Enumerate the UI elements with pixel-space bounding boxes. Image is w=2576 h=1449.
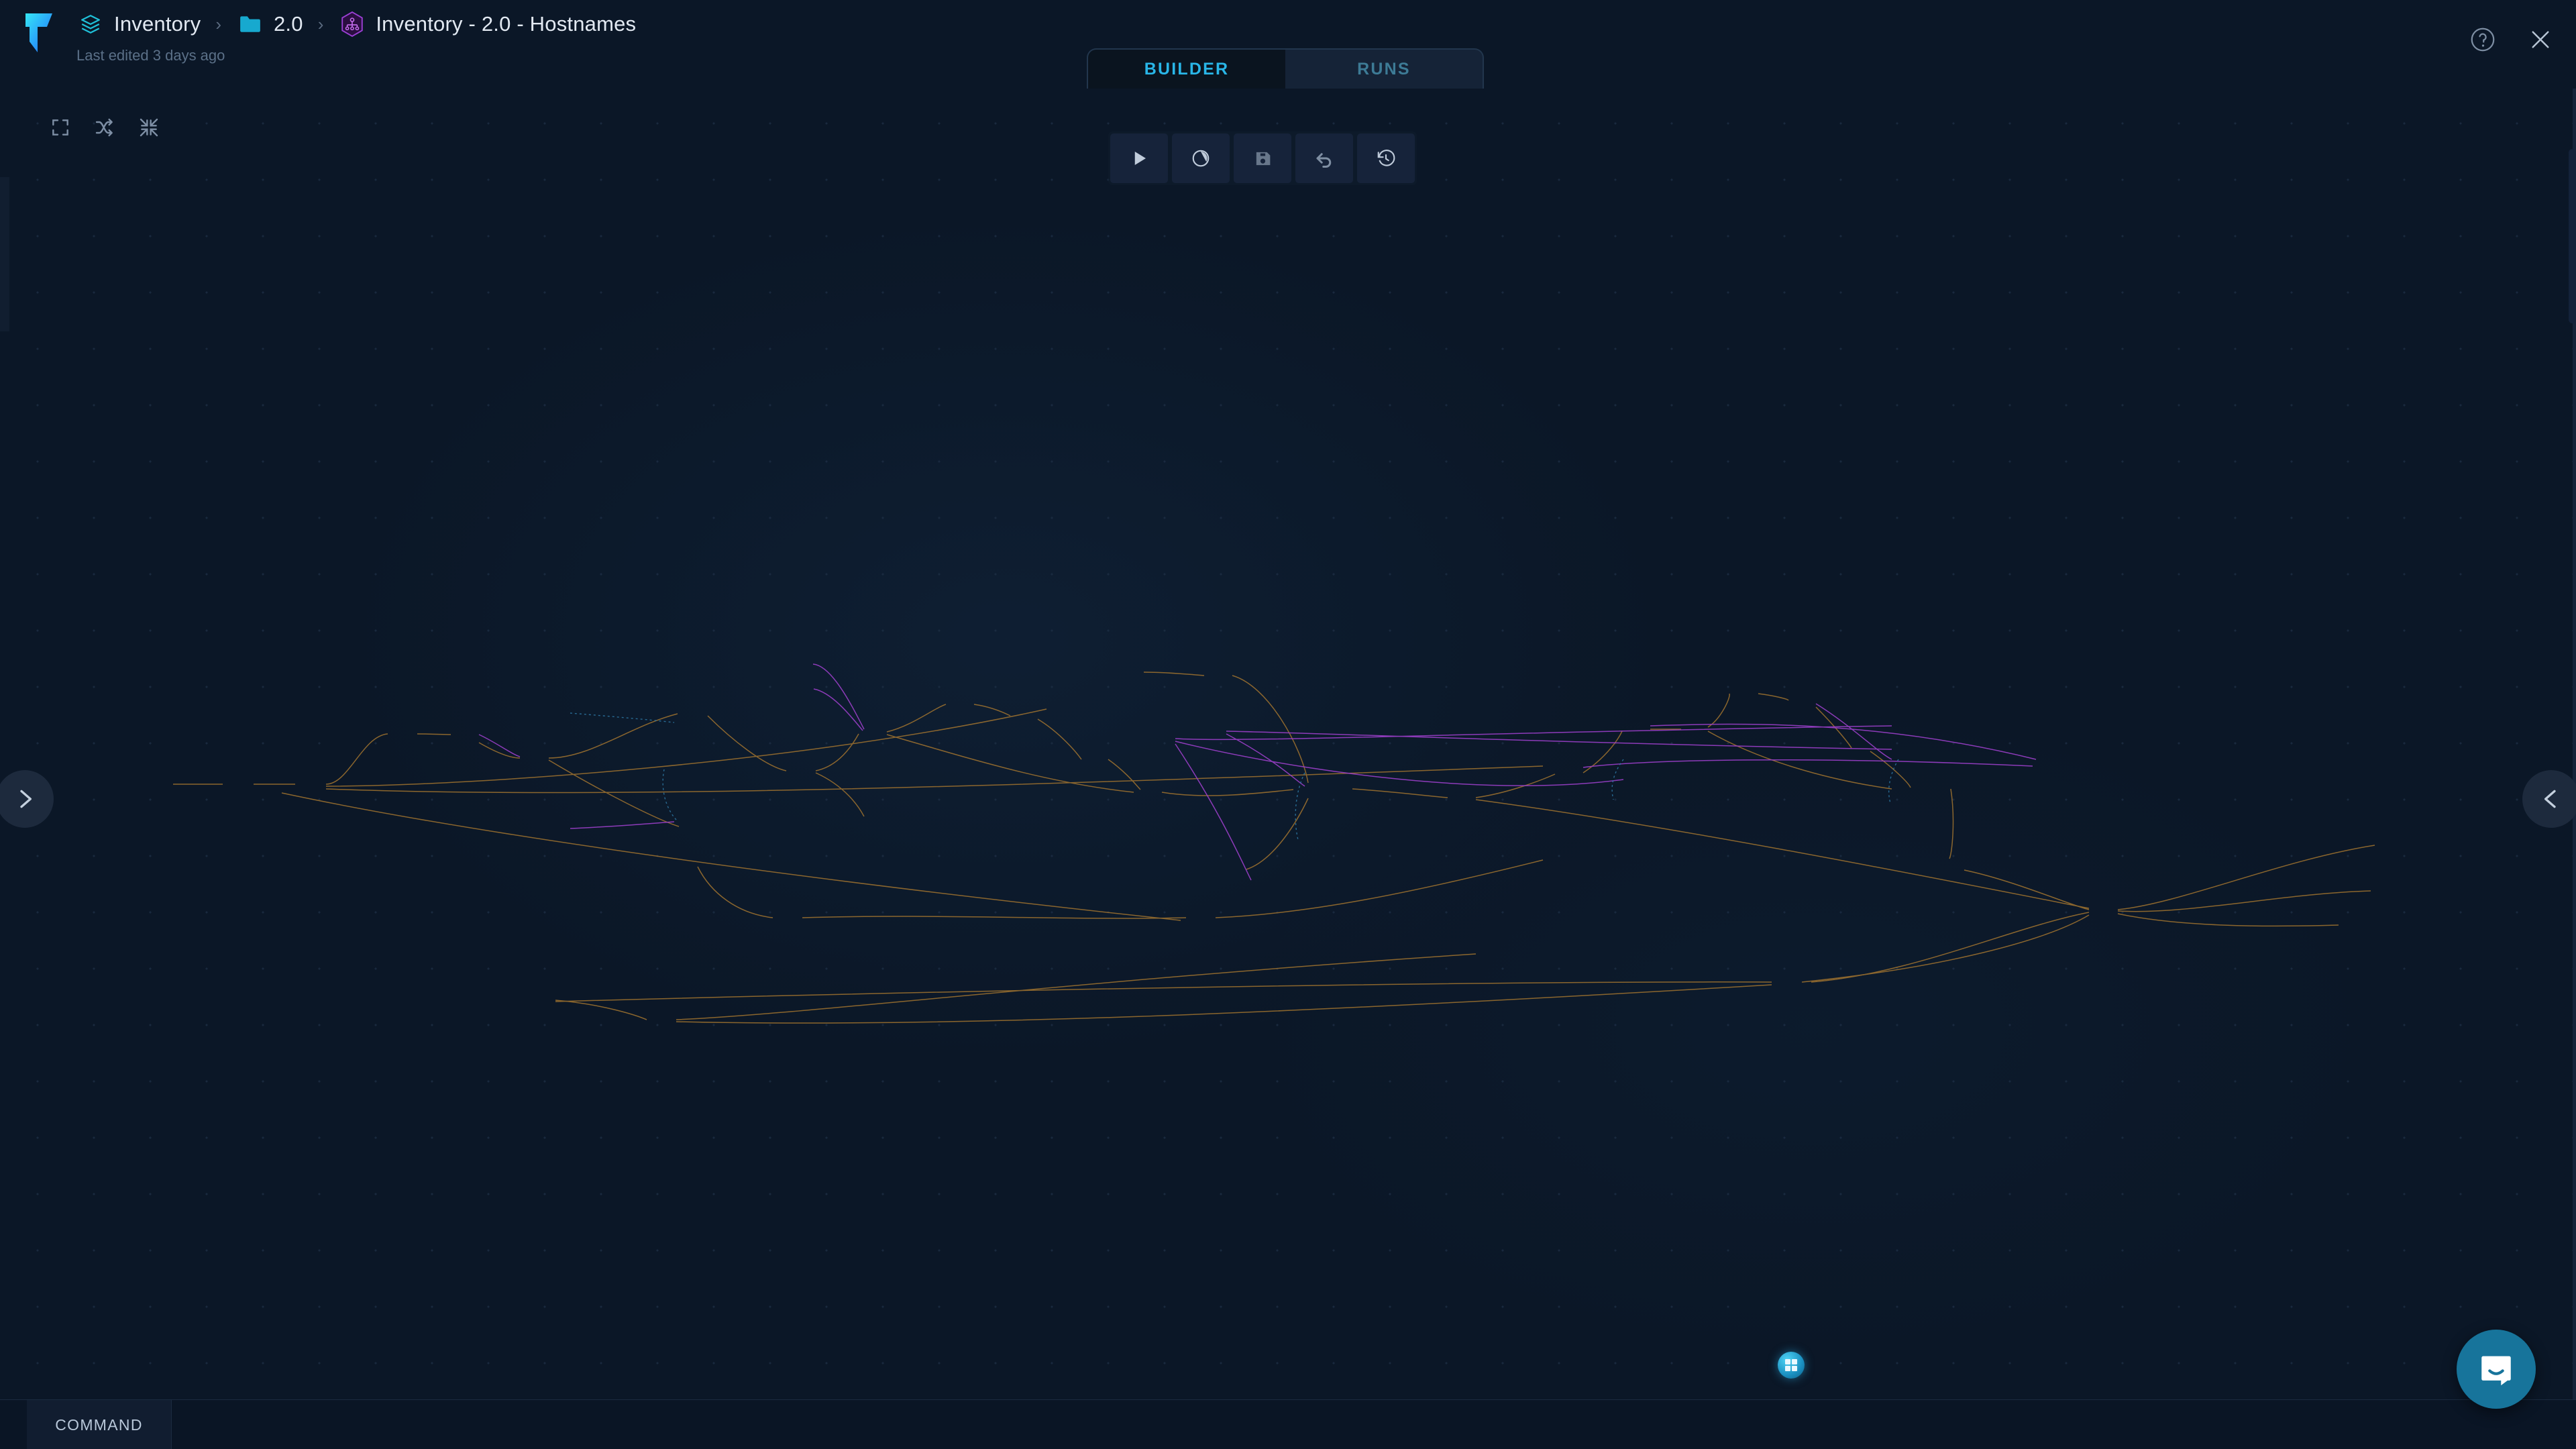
collapse-icon[interactable] xyxy=(136,114,162,141)
breadcrumb-item-inventory[interactable]: Inventory xyxy=(76,10,201,38)
chevron-left-icon xyxy=(2544,790,2556,808)
edge-layer xyxy=(173,663,2375,1024)
close-icon[interactable] xyxy=(2525,24,2556,55)
workflow-builder-app: Inventory › 2.0 › Inventory - 2.0 - Host… xyxy=(0,0,2576,1449)
bottom-bar: COMMAND xyxy=(0,1399,2576,1449)
command-tab[interactable]: COMMAND xyxy=(27,1400,171,1449)
save-button[interactable] xyxy=(1234,133,1291,183)
breadcrumb-item-folder[interactable]: 2.0 xyxy=(236,10,303,38)
intercom-chat-icon xyxy=(2481,1356,2511,1386)
last-edited-text: Last edited 3 days ago xyxy=(76,47,225,64)
breadcrumb-item-workflow[interactable]: Inventory - 2.0 - Hostnames xyxy=(338,10,636,38)
bottom-bar-divider xyxy=(171,1400,172,1449)
shuffle-icon[interactable] xyxy=(91,114,118,141)
breadcrumb-separator-2: › xyxy=(317,13,324,34)
run-button[interactable] xyxy=(1110,133,1168,183)
tab-runs[interactable]: RUNS xyxy=(1285,48,1484,89)
breadcrumb-separator: › xyxy=(215,13,221,34)
command-tab-label: COMMAND xyxy=(55,1415,143,1434)
breadcrumb: Inventory › 2.0 › Inventory - 2.0 - Host… xyxy=(76,8,636,40)
layers-icon xyxy=(76,10,105,38)
support-chat-button[interactable] xyxy=(2457,1330,2536,1409)
tab-builder[interactable]: BUILDER xyxy=(1087,48,1285,89)
breadcrumb-label-inventory: Inventory xyxy=(114,12,201,36)
top-bar-actions xyxy=(2467,24,2556,55)
schedule-button[interactable] xyxy=(1172,133,1230,183)
canvas-controls xyxy=(47,114,162,141)
breadcrumb-label-version: 2.0 xyxy=(273,12,303,36)
tab-bar: BUILDER RUNS xyxy=(1087,31,1484,89)
trickest-logo-icon[interactable] xyxy=(20,12,58,54)
chevron-right-icon xyxy=(20,790,32,808)
open-right-panel-button[interactable] xyxy=(2522,770,2576,828)
top-bar: Inventory › 2.0 › Inventory - 2.0 - Host… xyxy=(0,0,2576,89)
undo-button[interactable] xyxy=(1295,133,1353,183)
workflow-canvas[interactable]: TARGETS.JSON PARSE-JSON DOMAINS GENERATE… xyxy=(0,89,2576,1449)
workflow-toolbar xyxy=(1108,131,1417,185)
folder-icon xyxy=(236,10,264,38)
fit-screen-icon[interactable] xyxy=(47,114,74,141)
history-button[interactable] xyxy=(1357,133,1415,183)
help-circle-icon[interactable] xyxy=(2467,24,2498,55)
breadcrumb-label-workflow-name: Inventory - 2.0 - Hostnames xyxy=(376,12,637,36)
workflow-hex-icon xyxy=(338,10,366,38)
breadcrumb-area: Inventory › 2.0 › Inventory - 2.0 - Host… xyxy=(20,8,636,64)
grid-dots-icon xyxy=(1785,1359,1798,1372)
